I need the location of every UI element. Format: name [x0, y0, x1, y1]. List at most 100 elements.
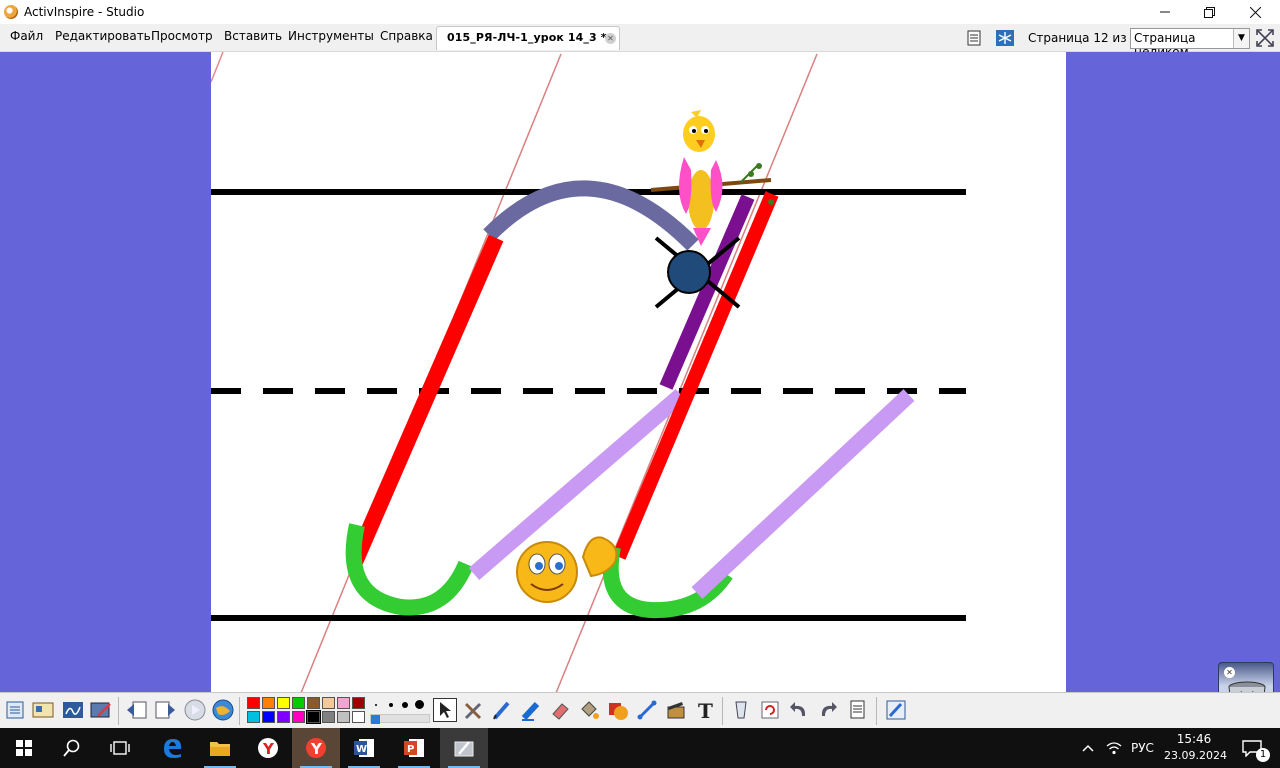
color-swatch-cyan[interactable] [247, 711, 260, 723]
notification-center-button[interactable]: 1 [1232, 728, 1272, 768]
chevron-down-icon[interactable]: ▼ [1233, 29, 1249, 48]
desktop-annotate-button[interactable] [211, 698, 235, 722]
color-swatch-white[interactable] [352, 711, 365, 723]
taskbar-explorer[interactable] [196, 728, 244, 768]
pen-width-2[interactable] [389, 703, 393, 707]
resource-browser-button[interactable] [31, 698, 55, 722]
restore-button[interactable] [1186, 0, 1232, 24]
pen-width-3[interactable] [402, 702, 408, 708]
shape-tool[interactable] [606, 698, 630, 722]
text-icon: T [698, 699, 713, 721]
page-indicator: Страница 12 из 18 [1028, 31, 1146, 45]
color-swatch-pink[interactable] [337, 697, 350, 709]
color-swatch-black[interactable] [306, 710, 321, 724]
close-button[interactable] [1232, 0, 1278, 24]
pen-width-slider[interactable] [370, 714, 430, 724]
color-swatch-darkred[interactable] [352, 697, 365, 709]
minimize-button[interactable] [1142, 0, 1188, 24]
left-down-stroke[interactable] [347, 234, 504, 566]
separator [876, 697, 877, 725]
search-icon [63, 739, 80, 757]
play-button[interactable] [183, 698, 207, 722]
upper-arc-stroke[interactable] [483, 180, 699, 251]
svg-text:Y: Y [262, 740, 275, 758]
taskbar-edge[interactable] [148, 728, 196, 768]
network-button[interactable] [1102, 728, 1126, 768]
slider-thumb[interactable] [371, 715, 380, 724]
menu-insert[interactable]: Вставить [222, 28, 284, 44]
menu-edit[interactable]: Редактировать [53, 28, 153, 44]
menu-tools[interactable]: Инструменты [286, 28, 376, 44]
task-view-button[interactable] [96, 728, 144, 768]
separator [722, 697, 723, 725]
eraser-tool[interactable] [548, 698, 572, 722]
chevron-up-icon [1082, 744, 1094, 752]
color-swatch-red[interactable] [247, 697, 260, 709]
redo-button[interactable] [816, 698, 840, 722]
handwriting-canvas[interactable] [211, 52, 1066, 693]
taskbar-yandex[interactable]: Y [244, 728, 292, 768]
input-language-indicator[interactable]: РУС [1131, 741, 1154, 755]
clock-time[interactable]: 15:46 [1172, 732, 1216, 746]
pen-width-4[interactable] [415, 700, 424, 709]
waving-smiley-sticker[interactable] [516, 536, 618, 603]
fullscreen-button[interactable] [1255, 28, 1275, 48]
zoom-select[interactable]: Страница целиком ▼ [1130, 28, 1250, 59]
connector-tool[interactable] [635, 698, 659, 722]
right-down-stroke[interactable] [612, 191, 779, 560]
page-browser-tool[interactable] [61, 698, 85, 722]
svg-text:Y: Y [310, 740, 323, 758]
undo-button[interactable] [787, 698, 811, 722]
color-swatch-violet[interactable] [277, 711, 290, 723]
edit-profiles-button[interactable] [89, 698, 113, 722]
tab-close-icon[interactable]: ✕ [605, 33, 616, 44]
show-hidden-icons-button[interactable] [1076, 728, 1100, 768]
edge-icon [164, 739, 182, 758]
highlighter-tool[interactable] [519, 698, 543, 722]
clock-date[interactable]: 23.09.2024 [1164, 749, 1227, 762]
activinspire-icon [454, 741, 474, 757]
main-menu-button[interactable] [3, 698, 27, 722]
page-notes-button[interactable] [846, 698, 870, 722]
menu-view[interactable]: Просмотр [149, 28, 215, 44]
clapperboard-tool[interactable] [664, 698, 688, 722]
page-forward-icon [155, 701, 175, 719]
color-swatch-magenta[interactable] [292, 711, 305, 723]
right-join-stroke[interactable] [691, 389, 915, 599]
text-tool[interactable]: T [693, 698, 717, 722]
pen-tool[interactable] [490, 698, 514, 722]
color-swatch-peach[interactable] [322, 697, 335, 709]
reset-icon [761, 701, 779, 719]
flipchart-page[interactable] [211, 52, 1066, 693]
search-button[interactable] [48, 728, 96, 768]
menu-help[interactable]: Справка [378, 28, 435, 44]
color-swatch-orange[interactable] [262, 697, 275, 709]
start-button[interactable] [0, 728, 48, 768]
color-swatch-gray[interactable] [322, 711, 335, 723]
pen-width-1[interactable] [375, 704, 377, 706]
color-swatch-green[interactable] [292, 697, 305, 709]
color-swatch-yellow[interactable] [277, 697, 290, 709]
reset-page-button[interactable] [758, 698, 782, 722]
main-toolbox: T [0, 692, 1280, 728]
fill-tool[interactable] [577, 698, 601, 722]
select-tool[interactable] [433, 698, 457, 722]
previous-page-button[interactable] [125, 698, 149, 722]
menu-file[interactable]: Файл [8, 28, 45, 44]
taskbar: Y Y W P РУС 15:46 23.09.2024 1 [0, 728, 1280, 768]
color-swatch-brown[interactable] [307, 697, 320, 709]
next-page-button[interactable] [153, 698, 177, 722]
taskbar-activinspire[interactable] [440, 728, 488, 768]
dual-user-button[interactable] [884, 698, 908, 722]
color-swatch-blue[interactable] [262, 711, 275, 723]
flipchart-settings-button[interactable] [995, 28, 1015, 48]
taskbar-word[interactable]: W [340, 728, 388, 768]
color-swatch-silver[interactable] [337, 711, 350, 723]
taskbar-powerpoint[interactable]: P [390, 728, 438, 768]
taskbar-yandex-browser[interactable]: Y [292, 728, 340, 768]
tools-menu-button[interactable] [462, 698, 486, 722]
document-tab[interactable]: 015_РЯ-ЛЧ-1_урок 14_3 * ✕ [436, 26, 620, 50]
clear-tool[interactable] [729, 698, 753, 722]
yandex-icon: Y [258, 738, 278, 758]
page-browser-button[interactable] [964, 28, 984, 48]
